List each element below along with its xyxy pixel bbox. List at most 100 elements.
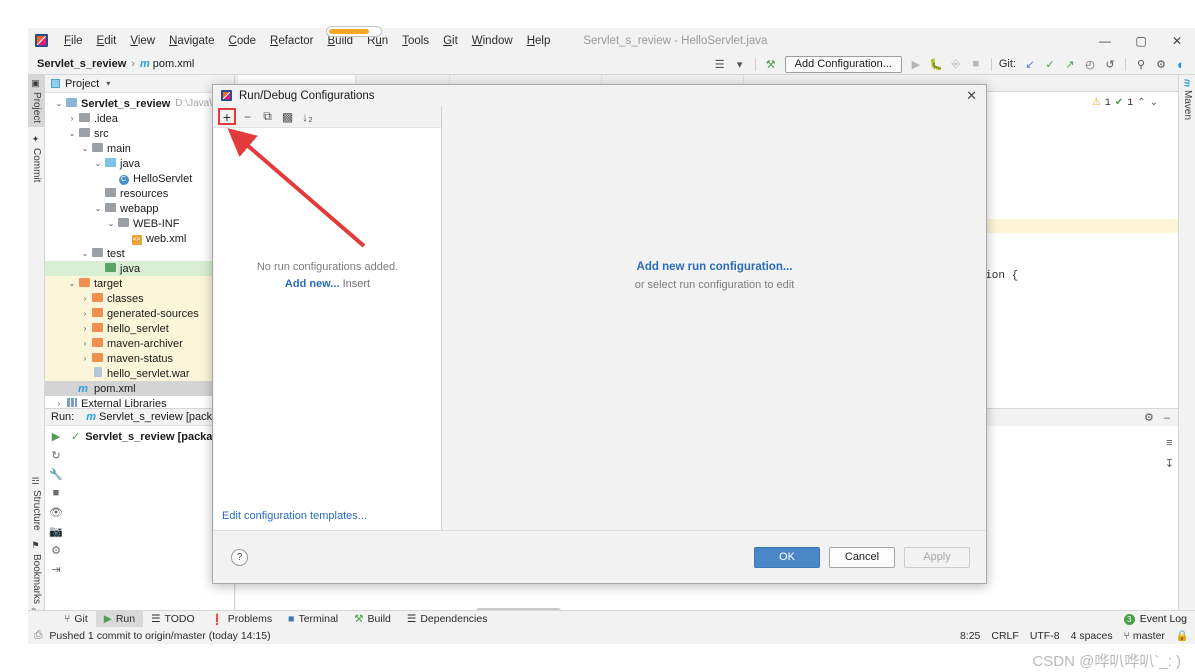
- tree-node-generated-sources[interactable]: › generated-sources: [45, 306, 234, 321]
- menu-refactor[interactable]: Refactor: [263, 32, 320, 50]
- wrap-text-icon[interactable]: ≡: [1166, 437, 1172, 449]
- expand-toggle-icon[interactable]: ⌄: [92, 159, 104, 168]
- run-config-name[interactable]: Servlet_s_review [package: [99, 411, 230, 423]
- new-folder-button[interactable]: ▩: [279, 109, 296, 125]
- line-separator[interactable]: CRLF: [991, 630, 1018, 642]
- tree-node--idea[interactable]: › .idea: [45, 111, 234, 126]
- tree-node-src[interactable]: ⌄ src: [45, 126, 234, 141]
- inspection-widget[interactable]: ⚠ 1 ✔ 1 ⌃ ⌄: [1092, 97, 1158, 110]
- menu-file[interactable]: File: [57, 32, 90, 50]
- tree-node-helloservlet[interactable]: C HelloServlet: [45, 171, 234, 186]
- export-icon[interactable]: ⇥: [51, 563, 60, 576]
- add-configuration-button[interactable]: +: [218, 108, 236, 125]
- file-encoding[interactable]: UTF-8: [1030, 630, 1060, 642]
- minimize-icon[interactable]: –: [1164, 412, 1170, 424]
- toolwindow-tab-run[interactable]: ▶ Run: [95, 611, 144, 627]
- close-icon[interactable]: ✕: [966, 88, 977, 104]
- chevron-down-icon[interactable]: ⌄: [1150, 97, 1158, 109]
- tree-node-web-inf[interactable]: ⌄ WEB-INF: [45, 216, 234, 231]
- expand-toggle-icon[interactable]: ⌄: [66, 279, 78, 288]
- menu-navigate[interactable]: Navigate: [162, 32, 221, 50]
- sidebar-item-commit[interactable]: ✦ Commit: [28, 131, 45, 185]
- menu-tools[interactable]: Tools: [395, 32, 436, 50]
- build-hammer-icon[interactable]: ⚒: [761, 55, 781, 73]
- settings-wrench-icon[interactable]: 🔧: [49, 468, 63, 481]
- debug-icon[interactable]: 🐛: [926, 55, 946, 73]
- gear-icon[interactable]: ⚙: [1151, 55, 1171, 73]
- help-button[interactable]: ?: [231, 548, 248, 566]
- sort-configurations-button[interactable]: ↓₂: [299, 109, 316, 125]
- tree-node-web-xml[interactable]: <> web.xml: [45, 231, 234, 246]
- avatar[interactable]: ◐: [1171, 55, 1191, 73]
- event-log-button[interactable]: 3 Event Log: [1123, 613, 1187, 625]
- breadcrumb-file[interactable]: pom.xml: [153, 58, 195, 70]
- git-rollback-icon[interactable]: ↺: [1100, 55, 1120, 73]
- toolwindow-tab-dependencies[interactable]: ☰ Dependencies: [399, 611, 496, 627]
- remove-configuration-button[interactable]: −: [239, 109, 256, 125]
- chevron-down-icon[interactable]: ▾: [106, 79, 110, 88]
- rerun-failed-icon[interactable]: ↻: [51, 449, 60, 462]
- toolwindow-tab-todo[interactable]: ☰ TODO: [143, 611, 203, 627]
- eye-icon[interactable]: 👁: [49, 506, 63, 519]
- git-branch-widget[interactable]: ⑂ master: [1124, 630, 1165, 642]
- chevron-up-icon[interactable]: ⌃: [1137, 97, 1145, 109]
- indent-setting[interactable]: 4 spaces: [1071, 630, 1113, 642]
- tree-node-target[interactable]: ⌄ target: [45, 276, 234, 291]
- expand-toggle-icon[interactable]: ⌄: [79, 144, 91, 153]
- expand-toggle-icon[interactable]: ⌄: [53, 99, 65, 108]
- expand-toggle-icon[interactable]: ›: [79, 354, 91, 363]
- breadcrumb-project[interactable]: Servlet_s_review: [37, 58, 126, 70]
- sidebar-item-bookmarks[interactable]: ⚑ Bookmarks: [28, 537, 45, 605]
- git-push-icon[interactable]: ↗: [1060, 55, 1080, 73]
- expand-toggle-icon[interactable]: ⌄: [105, 219, 117, 228]
- tree-node-resources[interactable]: resources: [45, 186, 234, 201]
- rerun-icon[interactable]: ▶: [52, 430, 60, 443]
- menu-view[interactable]: View: [123, 32, 162, 50]
- run-icon[interactable]: ▶: [906, 55, 926, 73]
- close-button[interactable]: ✕: [1159, 28, 1195, 53]
- toolwindow-tab-terminal[interactable]: ■ Terminal: [280, 611, 346, 627]
- ok-button[interactable]: OK: [754, 546, 820, 568]
- chevron-down-icon[interactable]: ▾: [730, 55, 750, 73]
- edit-configuration-templates-link[interactable]: Edit configuration templates...: [222, 510, 367, 522]
- coverage-icon[interactable]: ⎆: [946, 55, 966, 73]
- profiler-icon[interactable]: ☰: [710, 55, 730, 73]
- expand-toggle-icon[interactable]: ›: [66, 114, 78, 123]
- expand-toggle-icon[interactable]: ⌄: [92, 204, 104, 213]
- sidebar-item-maven[interactable]: m Maven: [1179, 75, 1195, 129]
- tree-node-maven-archiver[interactable]: › maven-archiver: [45, 336, 234, 351]
- gear-icon[interactable]: ⚙: [51, 544, 61, 557]
- gear-icon[interactable]: ⚙: [1144, 411, 1154, 424]
- camera-icon[interactable]: 📷: [49, 525, 63, 538]
- tree-node-servlet-s-review[interactable]: ⌄ Servlet_s_review D:\Java\code: [45, 96, 234, 111]
- tree-node-hello-servlet-war[interactable]: hello_servlet.war: [45, 366, 234, 381]
- git-history-icon[interactable]: ◴: [1080, 55, 1100, 73]
- git-update-icon[interactable]: ↙: [1020, 55, 1040, 73]
- search-icon[interactable]: ⚲: [1131, 55, 1151, 73]
- lock-icon[interactable]: 🔒: [1176, 629, 1189, 642]
- expand-toggle-icon[interactable]: ›: [79, 309, 91, 318]
- add-new-link[interactable]: Add new...: [285, 278, 340, 290]
- stop-icon[interactable]: ■: [966, 55, 986, 73]
- menu-git[interactable]: Git: [436, 32, 465, 50]
- apply-button[interactable]: Apply: [904, 546, 970, 568]
- expand-toggle-icon[interactable]: ›: [79, 339, 91, 348]
- maximize-button[interactable]: ▢: [1123, 28, 1159, 53]
- expand-toggle-icon[interactable]: ›: [53, 399, 65, 408]
- tree-node-webapp[interactable]: ⌄ webapp: [45, 201, 234, 216]
- menu-edit[interactable]: Edit: [90, 32, 124, 50]
- git-commit-icon[interactable]: ✓: [1040, 55, 1060, 73]
- copy-configuration-button[interactable]: ⧉: [259, 109, 276, 125]
- tree-node-hello-servlet[interactable]: › hello_servlet: [45, 321, 234, 336]
- add-new-run-configuration-link[interactable]: Add new run configuration...: [443, 261, 986, 273]
- menu-window[interactable]: Window: [465, 32, 520, 50]
- minimize-button[interactable]: —: [1087, 28, 1123, 53]
- tree-node-java[interactable]: ⌄ java: [45, 156, 234, 171]
- tree-node-java[interactable]: java: [45, 261, 234, 276]
- sidebar-item-structure[interactable]: ☲ Structure: [28, 473, 45, 535]
- expand-toggle-icon[interactable]: ⌄: [66, 129, 78, 138]
- cancel-button[interactable]: Cancel: [829, 546, 895, 568]
- expand-toggle-icon[interactable]: ⌄: [79, 249, 91, 258]
- expand-toggle-icon[interactable]: ›: [79, 324, 91, 333]
- menu-code[interactable]: Code: [222, 32, 264, 50]
